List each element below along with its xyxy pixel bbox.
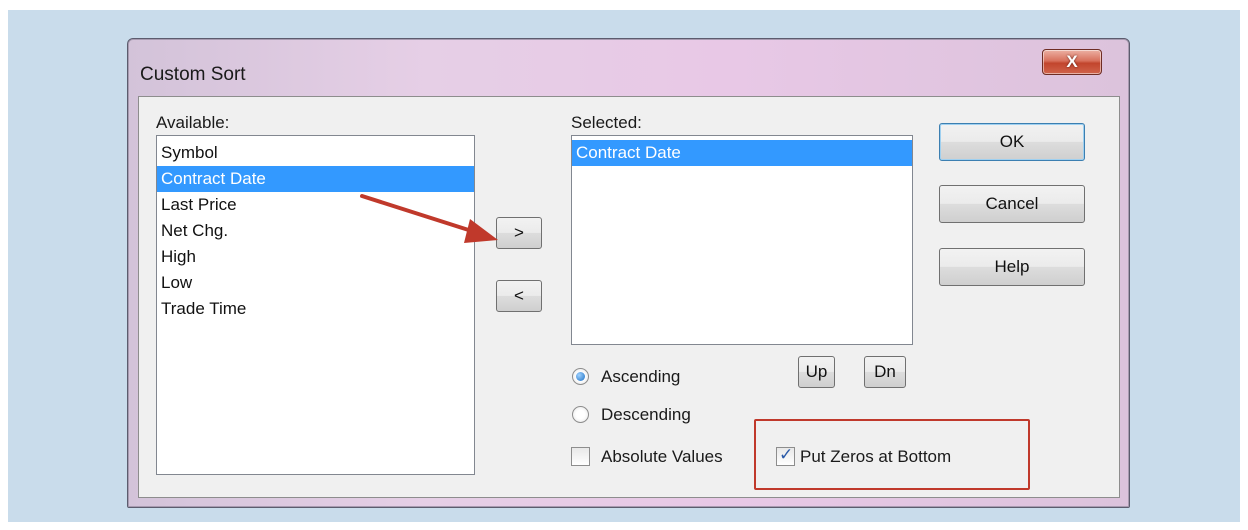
selected-label: Selected:: [571, 113, 642, 132]
ok-button[interactable]: OK: [939, 123, 1085, 161]
available-list-item[interactable]: Trade Time: [157, 296, 474, 322]
available-listbox[interactable]: Symbol Contract Date Last Price Net Chg. Hig…: [156, 135, 475, 475]
ascending-radio[interactable]: [572, 368, 589, 385]
add-button[interactable]: >: [496, 217, 542, 249]
available-label: Available:: [156, 113, 230, 132]
remove-button[interactable]: <: [496, 280, 542, 312]
cancel-button[interactable]: Cancel: [939, 185, 1085, 223]
available-list-item[interactable]: High: [157, 244, 474, 270]
help-button[interactable]: Help: [939, 248, 1085, 286]
available-list-item[interactable]: Last Price: [157, 192, 474, 218]
available-list-item[interactable]: Net Chg.: [157, 218, 474, 244]
radio-dot: [576, 372, 585, 381]
descending-radio[interactable]: [572, 406, 589, 423]
title-bar[interactable]: Custom Sort X: [128, 39, 1129, 96]
selected-list-item[interactable]: Contract Date: [572, 140, 912, 166]
available-list-item[interactable]: Contract Date: [157, 166, 474, 192]
ascending-label: Ascending: [601, 367, 681, 386]
available-list-item[interactable]: Symbol: [157, 140, 474, 166]
absolute-values-checkbox[interactable]: [571, 447, 590, 466]
selected-listbox[interactable]: Contract Date: [571, 135, 913, 345]
annotation-highlight-box: [754, 419, 1030, 490]
dialog-title: Custom Sort: [140, 64, 246, 85]
close-button[interactable]: X: [1042, 49, 1102, 75]
move-up-button[interactable]: Up: [798, 356, 835, 388]
move-down-button[interactable]: Dn: [864, 356, 906, 388]
available-list-item[interactable]: Low: [157, 270, 474, 296]
absolute-values-label: Absolute Values: [601, 447, 723, 466]
descending-label: Descending: [601, 405, 691, 424]
close-icon: X: [1066, 52, 1078, 71]
